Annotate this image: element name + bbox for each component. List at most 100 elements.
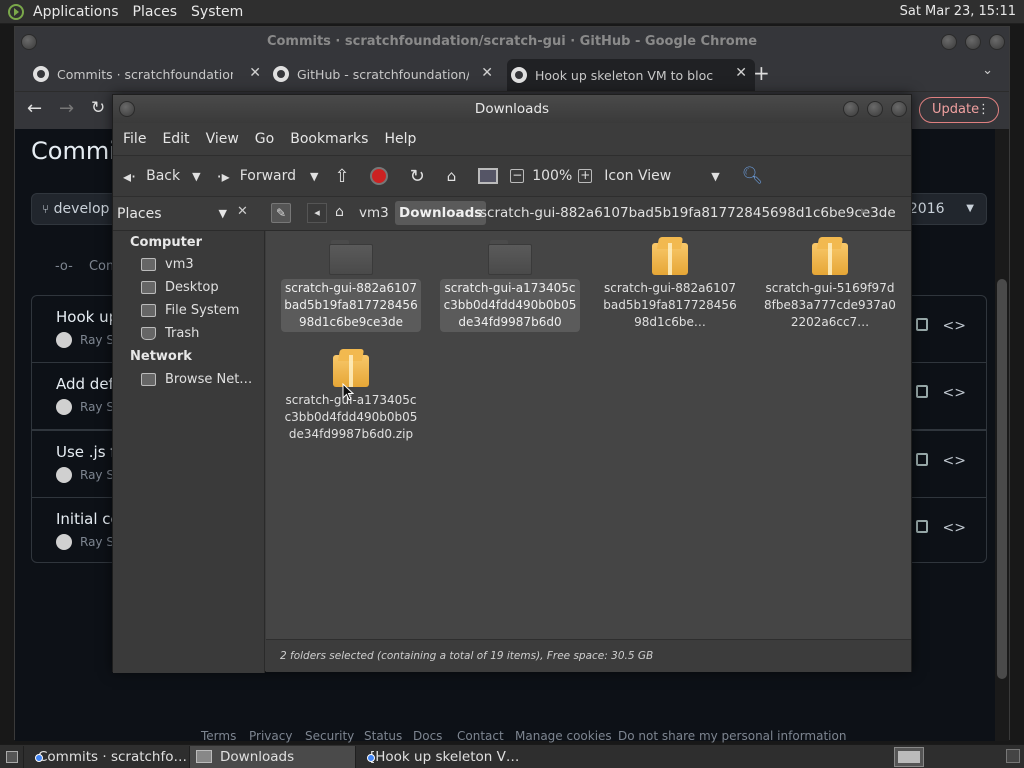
tab-close-icon[interactable]: ✕ [249, 65, 261, 81]
zoom-in-icon[interactable]: + [578, 169, 593, 183]
gnome-foot-icon[interactable] [6, 3, 26, 21]
reload-icon[interactable]: ↻ [410, 166, 425, 187]
close-icon[interactable] [891, 101, 907, 117]
clock[interactable]: Sat Mar 23, 15:11 [900, 4, 1016, 19]
zoom-level: 100% [532, 168, 573, 184]
footer-link-status[interactable]: Status [364, 729, 402, 743]
sidebar-item-vm3[interactable]: vm3 [141, 257, 194, 272]
tab-commits[interactable]: Commits · scratchfoundation/ ✕ [29, 59, 261, 89]
back-button[interactable]: Back [146, 168, 180, 184]
places-sidebar: Computer vm3 Desktop File System Trash N… [113, 231, 265, 673]
kebab-menu-icon[interactable]: ⋮ [977, 98, 990, 122]
file-name: scratch-gui-5169f97d8fbe83a777cde937a022… [764, 281, 896, 329]
path-downloads[interactable]: Downloads [395, 201, 487, 225]
sidebar-item-desktop[interactable]: Desktop [141, 280, 219, 295]
tab-close-icon[interactable]: ✕ [481, 65, 493, 81]
back-arrow-icon[interactable]: ◂· [123, 167, 136, 186]
zoom-out-icon[interactable]: − [510, 169, 525, 183]
view-mode-select[interactable]: Icon View [604, 168, 671, 184]
maximize-icon[interactable] [965, 34, 981, 50]
menu-file[interactable]: File [115, 131, 154, 147]
sidebar-item-browse-network[interactable]: Browse Net… [141, 372, 252, 387]
network-icon [141, 373, 156, 386]
back-history-caret-icon[interactable]: ▼ [192, 170, 200, 183]
browse-code-icon[interactable]: <> [943, 453, 966, 469]
menu-view[interactable]: View [198, 131, 247, 147]
footer-link-privacy[interactable]: Privacy [249, 729, 292, 743]
maximize-icon[interactable] [867, 101, 883, 117]
forward-arrow-icon[interactable]: → [59, 98, 74, 119]
copy-icon[interactable] [916, 318, 928, 331]
scrollbar-thumb[interactable] [997, 279, 1007, 679]
browse-code-icon[interactable]: <> [943, 385, 966, 401]
file-item-archive[interactable]: scratch-gui-5169f97d8fbe83a777cde937a022… [760, 237, 900, 332]
stop-icon[interactable] [369, 167, 388, 185]
trash-applet-icon[interactable] [1006, 749, 1020, 763]
back-arrow-icon[interactable]: ← [27, 98, 42, 119]
minimize-icon[interactable] [843, 101, 859, 117]
footer-link-cookies[interactable]: Manage cookies [515, 729, 612, 743]
copy-icon[interactable] [916, 453, 928, 466]
edit-location-icon[interactable]: ✎ [271, 203, 291, 223]
tab-github[interactable]: GitHub - scratchfoundation/sc ✕ [269, 59, 493, 89]
new-tab-button[interactable]: + [753, 61, 770, 85]
window-menu-icon[interactable] [21, 34, 37, 50]
menu-go[interactable]: Go [247, 131, 282, 147]
copy-icon[interactable] [916, 520, 928, 533]
footer-link-docs[interactable]: Docs [413, 729, 442, 743]
footer-link-security[interactable]: Security [305, 729, 354, 743]
toolbar: ◂· Back ▼ ·▸ Forward ▼ ⇧ ↻ ⌂ − 100% + Ic… [113, 155, 911, 197]
minimize-icon[interactable] [941, 34, 957, 50]
footer-link-terms[interactable]: Terms [201, 729, 236, 743]
tab-hook-up[interactable]: Hook up skeleton VM to block ✕ [507, 59, 755, 91]
archive-package-icon [333, 349, 369, 387]
footer-link-do-not-share[interactable]: Do not share my personal information [618, 729, 846, 743]
menu-edit[interactable]: Edit [154, 131, 197, 147]
computer-icon[interactable] [478, 168, 499, 184]
footer-link-contact[interactable]: Contact [457, 729, 504, 743]
places-dropdown[interactable]: Places ▼ [117, 202, 231, 226]
home-icon[interactable]: ⌂ [447, 167, 457, 185]
file-item-archive[interactable]: scratch-gui-882a6107bad5b19fa81772845698… [600, 237, 740, 332]
system-menu[interactable]: System [184, 4, 250, 20]
location-bar: Places ▼ ✕ ✎ ◂ ⌂ vm3 Downloads scratch-g… [113, 197, 911, 231]
browse-code-icon[interactable]: <> [943, 520, 966, 536]
forward-history-caret-icon[interactable]: ▼ [310, 170, 318, 183]
applications-menu[interactable]: Applications [26, 4, 126, 20]
menu-bookmarks[interactable]: Bookmarks [282, 131, 376, 147]
browse-code-icon[interactable]: <> [943, 318, 966, 334]
update-button[interactable]: Update ⋮ [919, 97, 999, 123]
tab-search-chevron-icon[interactable]: ⌄ [982, 63, 993, 78]
tab-close-icon[interactable]: ✕ [735, 65, 747, 81]
file-item-folder[interactable]: scratch-gui-a173405cc3bb0d4fdd490b0b05de… [440, 239, 580, 332]
folder-icon [329, 239, 373, 275]
up-arrow-icon[interactable]: ⇧ [335, 166, 350, 187]
taskbar-item-downloads[interactable]: Downloads [190, 745, 356, 768]
path-left-arrow-icon[interactable]: ◂ [307, 203, 327, 223]
menu-help[interactable]: Help [376, 131, 424, 147]
path-scratch-gui-folder[interactable]: scratch-gui-882a6107bad5b19fa81772845698… [480, 205, 896, 221]
copy-icon[interactable] [916, 385, 928, 398]
forward-button[interactable]: Forward [240, 168, 296, 184]
forward-arrow-icon[interactable]: ·▸ [217, 167, 230, 186]
branch-selector[interactable]: ⑂ develop [31, 193, 121, 225]
window-menu-icon[interactable] [119, 101, 135, 117]
close-sidebar-icon[interactable]: ✕ [237, 204, 248, 219]
file-item-folder[interactable]: scratch-gui-882a6107bad5b19fa81772845698… [281, 239, 421, 332]
close-icon[interactable] [989, 34, 1005, 50]
reload-icon[interactable]: ↻ [91, 98, 105, 118]
places-menu[interactable]: Places [126, 4, 185, 20]
branch-icon: ⑂ [42, 202, 50, 216]
workspace-switcher[interactable] [894, 747, 924, 767]
view-mode-caret-icon[interactable]: ▼ [711, 170, 719, 183]
sidebar-item-file-system[interactable]: File System [141, 303, 239, 318]
search-icon[interactable]: 🔍︎ [742, 166, 764, 186]
page-scrollbar[interactable] [995, 129, 1009, 741]
taskbar-item-chrome-hook-up[interactable]: [Hook up skeleton V… [356, 746, 522, 768]
taskbar-item-chrome-commits[interactable]: Commits · scratchfo… [24, 745, 190, 768]
path-right-arrow-icon[interactable]: ▸ [861, 204, 867, 217]
archive-package-icon [652, 237, 688, 275]
path-vm3[interactable]: vm3 [359, 205, 389, 221]
show-desktop-icon[interactable] [0, 745, 24, 768]
sidebar-item-trash[interactable]: Trash [141, 326, 199, 341]
